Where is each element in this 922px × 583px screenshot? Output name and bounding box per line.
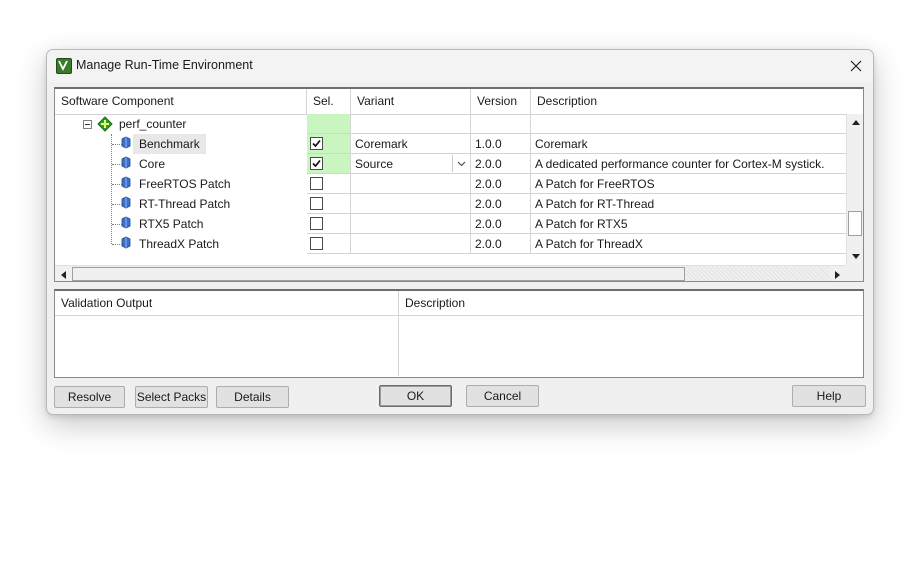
variant-dropdown[interactable]: Source (351, 154, 471, 174)
component-icon (121, 236, 131, 249)
tree-row-perf-counter[interactable]: perf_counter (55, 114, 846, 134)
table-row[interactable]: ThreadX Patch 2.0.0 A Patch for ThreadX (55, 234, 846, 254)
vertical-scroll-thumb[interactable] (848, 211, 862, 236)
details-button[interactable]: Details (216, 386, 289, 408)
version-cell: 2.0.0 (471, 194, 531, 214)
scroll-down-icon (851, 254, 860, 259)
variant-cell (351, 114, 471, 134)
select-checkbox-threadx-patch[interactable] (310, 237, 323, 250)
sel-cell (307, 114, 351, 134)
table-row[interactable]: Core Source 2.0.0 A dedicated performanc… (55, 154, 846, 174)
scroll-right-icon (835, 270, 840, 279)
component-icon (121, 216, 131, 229)
sel-cell (307, 194, 351, 214)
sel-cell (307, 154, 351, 174)
select-checkbox-rtx5-patch[interactable] (310, 217, 323, 230)
horizontal-scrollbar[interactable] (55, 265, 846, 281)
vertical-scrollbar[interactable] (846, 114, 863, 265)
window-title: Manage Run-Time Environment (76, 58, 253, 72)
close-button[interactable] (843, 54, 869, 78)
variant-cell (351, 194, 471, 214)
component-group-icon (97, 116, 113, 132)
title-bar[interactable]: Manage Run-Time Environment (47, 50, 873, 82)
header-sel[interactable]: Sel. (307, 89, 351, 114)
component-grid: Software Component Sel. Variant Version … (54, 87, 864, 282)
variant-cell (351, 214, 471, 234)
variant-value: Source (355, 157, 394, 171)
variant-cell: Coremark (351, 134, 471, 154)
version-cell: 2.0.0 (471, 234, 531, 254)
chevron-down-icon (457, 161, 466, 166)
horizontal-scroll-thumb[interactable] (72, 267, 685, 281)
validation-panel: Validation Output Description (54, 289, 864, 378)
tree-label-freertos-patch: FreeRTOS Patch (139, 177, 231, 191)
select-checkbox-benchmark[interactable] (310, 137, 323, 150)
table-row[interactable]: Benchmark Coremark 1.0.0 Coremark (55, 134, 846, 154)
version-cell: 1.0.0 (471, 134, 531, 154)
description-cell: Coremark (531, 134, 846, 154)
scroll-up-button[interactable] (847, 114, 863, 131)
description-cell: A Patch for RT-Thread (531, 194, 846, 214)
sel-cell (307, 234, 351, 254)
header-validation-description[interactable]: Description (399, 291, 863, 316)
version-cell: 2.0.0 (471, 214, 531, 234)
version-cell: 2.0.0 (471, 174, 531, 194)
tree-label-perf-counter: perf_counter (119, 117, 187, 131)
table-row[interactable]: RTX5 Patch 2.0.0 A Patch for RTX5 (55, 214, 846, 234)
scrollbar-corner (846, 265, 863, 281)
grid-header: Software Component Sel. Variant Version … (55, 89, 863, 115)
resolve-button[interactable]: Resolve (54, 386, 125, 408)
scroll-left-icon (61, 270, 66, 279)
header-description[interactable]: Description (531, 89, 863, 114)
scroll-right-button[interactable] (829, 266, 846, 281)
tree-label-threadx-patch: ThreadX Patch (139, 237, 220, 251)
component-icon (121, 136, 131, 149)
checkmark-icon (312, 139, 321, 148)
checkmark-icon (312, 159, 321, 168)
dropdown-arrow[interactable] (452, 155, 470, 172)
tree-label-rtx5-patch: RTX5 Patch (139, 217, 204, 231)
header-software-component[interactable]: Software Component (55, 89, 307, 114)
component-icon (121, 156, 131, 169)
component-icon (121, 196, 131, 209)
close-icon (850, 60, 862, 72)
version-cell: 2.0.0 (471, 154, 531, 174)
tree-label-rt-thread-patch: RT-Thread Patch (139, 197, 231, 211)
ok-button[interactable]: OK (379, 385, 452, 407)
scroll-left-button[interactable] (55, 266, 72, 281)
version-cell (471, 114, 531, 134)
description-cell: A Patch for RTX5 (531, 214, 846, 234)
select-checkbox-rt-thread-patch[interactable] (310, 197, 323, 210)
header-validation-output[interactable]: Validation Output (55, 291, 398, 316)
select-packs-button[interactable]: Select Packs (135, 386, 208, 408)
description-cell: A dedicated performance counter for Cort… (531, 154, 846, 174)
help-button[interactable]: Help (792, 385, 866, 407)
table-row[interactable]: RT-Thread Patch 2.0.0 A Patch for RT-Thr… (55, 194, 846, 214)
manage-rte-dialog: Manage Run-Time Environment Software Com… (46, 49, 874, 415)
select-checkbox-core[interactable] (310, 157, 323, 170)
sel-cell (307, 134, 351, 154)
tree-label-benchmark: Benchmark (133, 134, 206, 154)
variant-cell (351, 234, 471, 254)
header-variant[interactable]: Variant (351, 89, 471, 114)
keil-app-icon (56, 58, 72, 74)
table-row[interactable]: FreeRTOS Patch 2.0.0 A Patch for FreeRTO… (55, 174, 846, 194)
collapse-toggle[interactable] (83, 120, 92, 129)
description-cell: A Patch for ThreadX (531, 234, 846, 254)
scroll-up-icon (851, 120, 860, 125)
sel-cell (307, 214, 351, 234)
cancel-button[interactable]: Cancel (466, 385, 539, 407)
description-cell: A Patch for FreeRTOS (531, 174, 846, 194)
variant-cell (351, 174, 471, 194)
select-checkbox-freertos-patch[interactable] (310, 177, 323, 190)
tree-label-core: Core (139, 157, 166, 171)
header-version[interactable]: Version (471, 89, 531, 114)
description-cell (531, 114, 846, 134)
component-icon (121, 176, 131, 189)
scroll-down-button[interactable] (847, 248, 863, 265)
sel-cell (307, 174, 351, 194)
